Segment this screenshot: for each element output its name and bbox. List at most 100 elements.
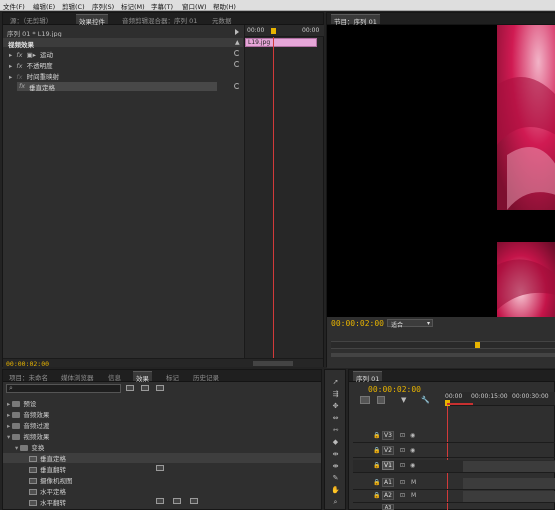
tab-audio-mixer[interactable]: 音频剪辑混合器：序列 01 [119,14,200,25]
reset-icon[interactable] [234,61,240,67]
razor-tool-icon[interactable]: ◆ [330,438,341,447]
yuv-effects-icon[interactable] [156,385,164,391]
sync-lock-icon[interactable]: ⊡ [400,492,405,499]
lock-icon[interactable]: 🔒 [373,462,380,469]
tab-markers[interactable]: 标记 [163,371,182,382]
playhead-marker-icon[interactable] [475,342,480,348]
tree-item-video-effects[interactable]: ▾ 视频效果 [7,431,49,441]
add-marker-icon[interactable]: ▼ [401,396,406,404]
tree-item-vertical-hold[interactable]: 垂直定格 [3,453,321,463]
hand-tool-icon[interactable]: ✋ [330,486,341,495]
sync-lock-icon[interactable]: ⊡ [400,462,405,469]
effect-row-opacity[interactable]: ▸ fx 不透明度 [9,60,240,70]
lock-icon[interactable]: 🔒 [373,447,380,454]
tab-program[interactable]: 节目：序列 01 [331,14,380,26]
32bit-effects-icon[interactable] [141,385,149,391]
track-label[interactable]: V3 [382,431,394,440]
track-label[interactable]: A3 [382,504,394,510]
effect-row-time-remap[interactable]: ▸ fx 时间重映射 [9,71,239,81]
clip-bar[interactable]: L19.jpg [245,38,317,47]
menu-marker[interactable]: 标记(M) [121,1,145,11]
ripple-edit-tool-icon[interactable]: ✥ [330,402,341,411]
rolling-edit-tool-icon[interactable]: ⇔ [330,414,341,423]
eye-icon[interactable]: ◉ [410,462,415,469]
track-label[interactable]: A1 [382,478,394,487]
track-lane[interactable] [463,478,555,489]
tab-effects[interactable]: 效果 [133,371,152,383]
track-lane[interactable] [463,491,555,502]
tab-metadata[interactable]: 元数据 [209,14,235,25]
expand-triangle-icon[interactable]: ▸ [7,422,10,430]
menu-window[interactable]: 窗口(W) [182,1,207,11]
effect-row-vertical-hold[interactable]: fx 垂直定格 [9,82,240,92]
effects-search-input[interactable]: ⌕ [6,384,121,393]
tab-source[interactable]: 源：（无剪辑） [7,14,55,25]
tab-sequence[interactable]: 序列 01 [353,371,383,383]
tree-item-transform[interactable]: ▾ 变换 [15,442,44,452]
menu-clip[interactable]: 剪辑(C) [62,1,85,11]
snap-toggle-icon[interactable] [360,396,370,404]
track-label[interactable]: V1 [382,461,394,470]
effect-row-motion[interactable]: ▸ fx ▣▸ 运动 [9,49,240,59]
collapse-up-icon[interactable]: ▲ [235,39,240,46]
reset-icon[interactable] [234,50,240,56]
tree-item-audio-effects[interactable]: ▸ 音频效果 [7,409,49,419]
expand-arrow-icon[interactable] [235,29,239,35]
track-lane[interactable] [463,461,555,472]
rate-stretch-tool-icon[interactable]: ⇿ [330,426,341,435]
reset-icon[interactable] [234,83,240,89]
pen-tool-icon[interactable]: ✎ [330,474,341,483]
expand-triangle-icon[interactable]: ▸ [7,400,10,408]
accelerated-effects-icon[interactable] [126,385,134,391]
program-scrollbar[interactable] [331,353,555,357]
menu-title[interactable]: 字幕(T) [151,1,173,11]
track-a3[interactable]: A3 [353,503,555,510]
tab-project[interactable]: 项目：未命名 [6,371,51,382]
collapse-triangle-icon[interactable]: ▾ [7,433,10,441]
timeline-ruler[interactable]: 00:00 00:00:15:00 00:00:30:00 [445,392,555,406]
track-v2[interactable]: 🔒 V2 ⊡ ◉ [353,445,555,458]
work-area-bar[interactable] [447,403,473,405]
track-label[interactable]: V2 [382,446,394,455]
slip-tool-icon[interactable]: ⇹ [330,450,341,459]
sync-lock-icon[interactable]: ⊡ [400,432,405,439]
tree-item-vertical-flip[interactable]: 垂直翻转 [29,464,66,474]
menu-edit[interactable]: 编辑(E) [33,1,55,11]
track-v3[interactable]: 🔒 V3 ⊡ ◉ [353,430,555,443]
track-v1[interactable]: 🔒 V1 ⊡ ◉ [353,460,555,473]
tree-item-audio-transitions[interactable]: ▸ 音频过渡 [7,420,49,430]
expand-triangle-icon[interactable]: ▸ [9,51,12,59]
effect-timecode[interactable]: 00:00:02:00 [6,360,49,368]
slide-tool-icon[interactable]: ⇼ [330,462,341,471]
track-a2[interactable]: 🔒 A2 ⊡ M [353,490,555,503]
timeline-timecode[interactable]: 00:00:02:00 [368,385,421,394]
program-timecode[interactable]: 00:00:02:00 [331,319,384,328]
tree-item-presets[interactable]: ▸ 预设 [7,398,36,408]
expand-triangle-icon[interactable]: ▸ [9,62,12,70]
tab-effect-controls[interactable]: 效果控件 [76,14,108,26]
tree-item-horizontal-flip[interactable]: 水平翻转 [29,497,66,507]
selection-tool-icon[interactable]: ➚ [330,378,341,387]
track-a1[interactable]: 🔒 A1 ⊡ M [353,477,555,490]
program-ruler[interactable] [331,341,555,349]
sync-lock-icon[interactable]: ⊡ [400,479,405,486]
expand-triangle-icon[interactable]: ▸ [7,411,10,419]
playhead-marker-icon[interactable] [271,28,276,34]
track-label[interactable]: A2 [382,491,394,500]
collapse-triangle-icon[interactable]: ▾ [15,444,18,452]
sync-lock-icon[interactable]: ⊡ [400,447,405,454]
lock-icon[interactable]: 🔒 [373,479,380,486]
eye-icon[interactable]: ◉ [410,432,415,439]
menu-sequence[interactable]: 序列(S) [92,1,114,11]
expand-triangle-icon[interactable]: ▸ [9,73,12,81]
eye-icon[interactable]: ◉ [410,447,415,454]
link-toggle-icon[interactable] [377,396,385,404]
lock-icon[interactable]: 🔒 [373,432,380,439]
tab-media-browser[interactable]: 媒体浏览器 [58,371,97,382]
zoom-select[interactable]: 适合 ▾ [387,319,433,329]
tree-item-horizontal-hold[interactable]: 水平定格 [29,486,66,496]
video-viewer[interactable] [327,25,555,327]
zoom-tool-icon[interactable]: ⌕ [330,498,341,507]
tab-history[interactable]: 历史记录 [190,371,222,382]
mute-icon[interactable]: M [411,479,416,486]
